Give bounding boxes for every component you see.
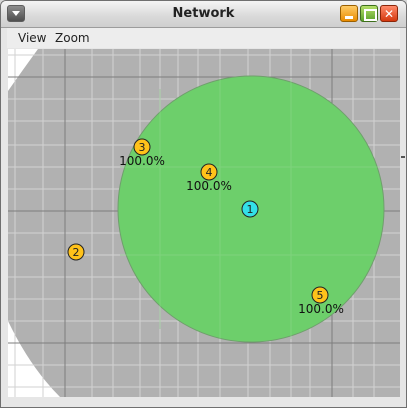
title-bar[interactable]: Network ✕ — [1, 1, 406, 28]
window-right-border — [400, 49, 406, 397]
out-of-range-area-bottom — [8, 321, 60, 397]
node-3-label: 100.0% — [119, 154, 165, 168]
node-4-label: 100.0% — [186, 179, 232, 193]
menu-bar: View Zoom — [7, 28, 400, 48]
minimize-icon — [345, 16, 353, 19]
node-4-id: 4 — [206, 166, 213, 179]
node-1-id: 1 — [247, 203, 254, 216]
network-window: Network ✕ View Zoom 1 2 3 100.0% 4 100.0… — [0, 0, 407, 408]
menu-view[interactable]: View — [18, 31, 46, 45]
window-bottom-border — [1, 397, 406, 407]
network-canvas[interactable]: 1 2 3 100.0% 4 100.0% 5 100.0% — [8, 49, 400, 397]
minimize-button[interactable] — [340, 5, 358, 22]
resize-handle[interactable] — [401, 156, 405, 158]
close-button[interactable]: ✕ — [380, 5, 398, 22]
close-icon: ✕ — [383, 6, 395, 21]
node-2-id: 2 — [73, 246, 80, 259]
node-5-label: 100.0% — [298, 302, 344, 316]
node-5-id: 5 — [317, 289, 324, 302]
node-1[interactable]: 1 — [241, 200, 259, 218]
maximize-icon — [364, 9, 377, 21]
network-map[interactable]: 1 2 3 100.0% 4 100.0% 5 100.0% — [8, 49, 400, 397]
maximize-button[interactable] — [360, 5, 378, 22]
node-2[interactable]: 2 — [67, 243, 85, 261]
node-3-id: 3 — [139, 141, 146, 154]
menu-zoom[interactable]: Zoom — [55, 31, 90, 45]
